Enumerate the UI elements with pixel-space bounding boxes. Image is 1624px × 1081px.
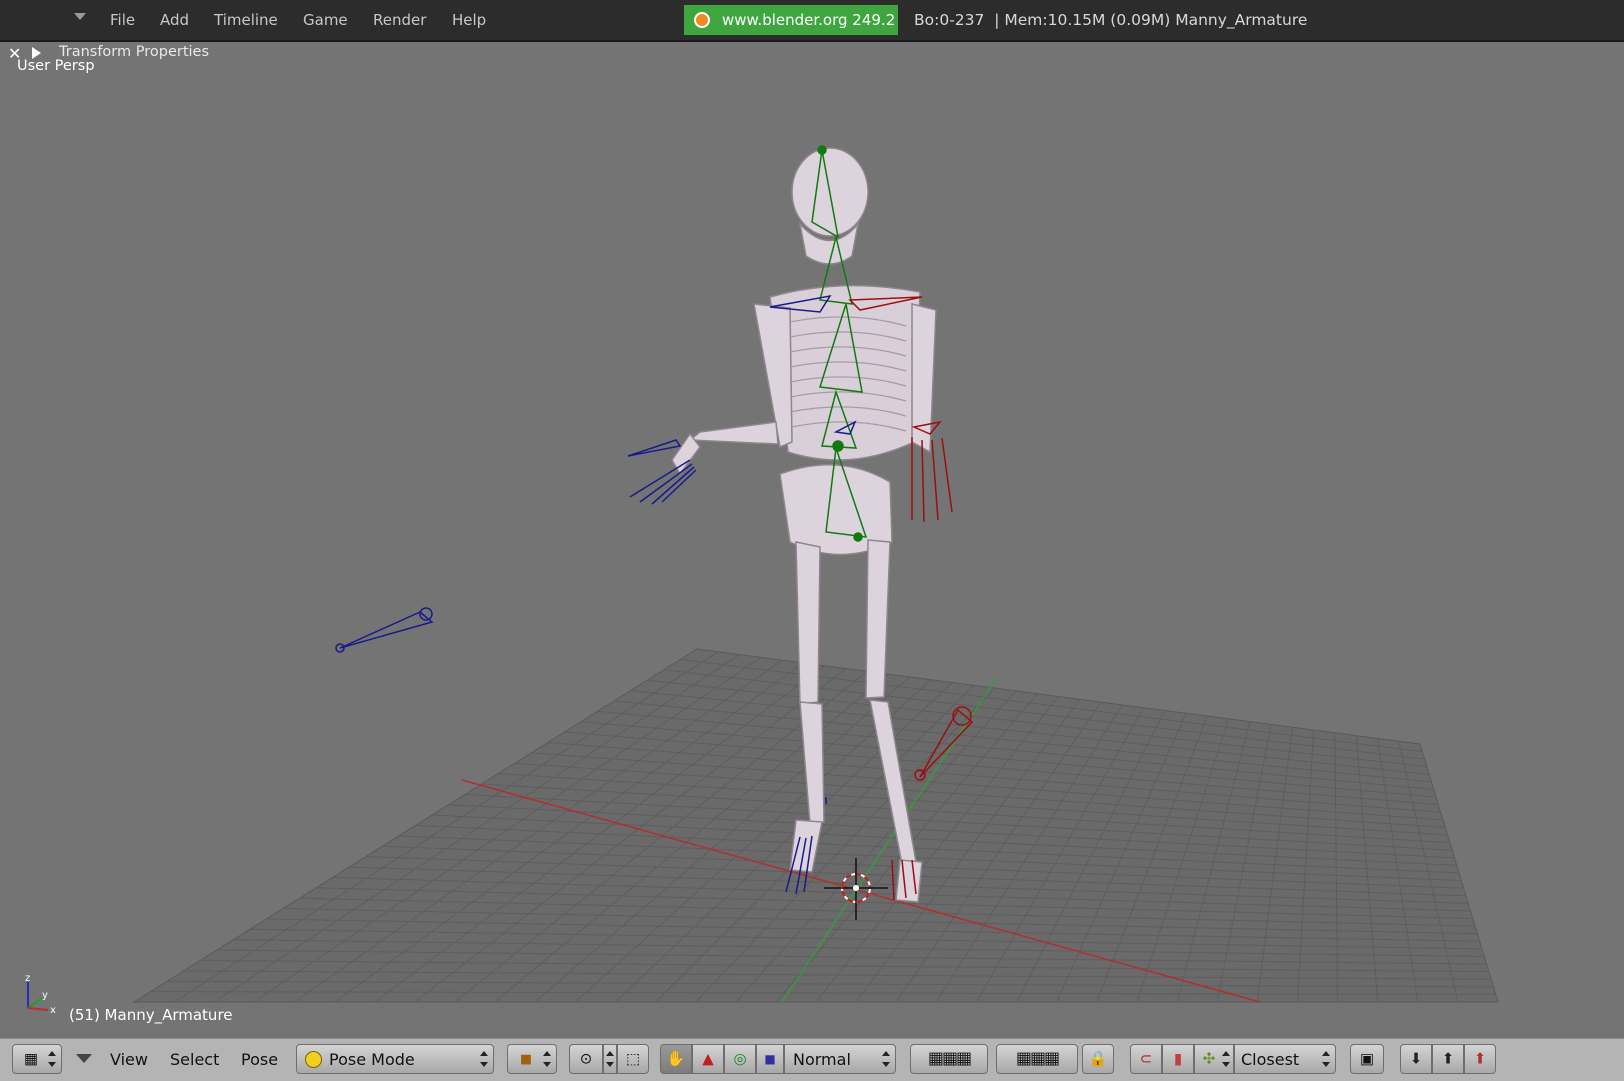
snap-target-label: Closest — [1241, 1050, 1300, 1069]
updown-arrows-icon — [480, 1051, 488, 1067]
layer-buttons-group-2[interactable]: ▦▦▦ — [996, 1044, 1078, 1074]
manipulator-toggle[interactable]: ✋ — [660, 1044, 692, 1074]
snap-icon: ▮ — [1173, 1049, 1183, 1068]
top-menu-bar: File Add Timeline Game Render Help www.b… — [0, 0, 1624, 42]
grid-editor-icon: ▦ — [23, 1049, 39, 1068]
pivot-selector[interactable]: ⊙ — [569, 1044, 603, 1074]
paste-flipped-pose-button[interactable]: ⬆ — [1464, 1044, 1496, 1074]
blender-logo-icon — [694, 12, 710, 28]
site-badge-label: www.blender.org 249.2 — [722, 11, 896, 29]
image-icon: ▣ — [1359, 1049, 1375, 1068]
snap-target-selector[interactable]: Closest — [1234, 1044, 1336, 1074]
active-object-label: (51) Manny_Armature — [69, 1006, 233, 1024]
menu-render[interactable]: Render — [373, 11, 426, 29]
axis-y-label: y — [42, 990, 48, 1001]
layer-buttons-group-1[interactable]: ▦▦▦ — [910, 1044, 988, 1074]
triangle-icon: ▲ — [702, 1049, 714, 1068]
mode-selector[interactable]: Pose Mode — [296, 1044, 494, 1074]
paste-pose-button[interactable]: ⬆ — [1432, 1044, 1464, 1074]
magnet-icon: ⊂ — [1139, 1049, 1153, 1068]
view-label: User Persp — [17, 58, 95, 74]
updown-arrows-icon — [48, 1051, 56, 1067]
editor-type-selector[interactable]: ▦ — [12, 1044, 62, 1074]
axis-gizmo-icon: z y x — [25, 973, 56, 1016]
menu-add[interactable]: Add — [160, 11, 189, 29]
axis-x-label: x — [50, 1005, 56, 1016]
menu-view[interactable]: View — [110, 1050, 148, 1069]
orientation-selector[interactable]: Normal — [784, 1044, 896, 1074]
3d-view-header: ▦ View Select Pose Pose Mode ◼ ⊙ ⬚ ✋ ▲ ◎… — [0, 1038, 1624, 1081]
axis-z-label: z — [25, 973, 30, 984]
rotate-manipulator[interactable]: ◎ — [724, 1044, 756, 1074]
orientation-label: Normal — [793, 1050, 851, 1069]
menu-select[interactable]: Select — [170, 1050, 219, 1069]
cube-draw-icon: ◼ — [519, 1049, 533, 1068]
layers-toggle[interactable]: ⬚ — [617, 1044, 649, 1074]
header-collapse-icon[interactable] — [76, 1054, 92, 1063]
square-icon: ■ — [764, 1052, 776, 1066]
dotted-box-icon: ⬚ — [625, 1049, 641, 1068]
updown-arrows-icon — [543, 1051, 551, 1067]
3d-viewport[interactable]: ✕ Transform Properties User Persp z y x … — [0, 42, 1624, 1038]
translate-manipulator[interactable]: ▲ — [692, 1044, 724, 1074]
proportional-edit-toggle[interactable]: ⊂ — [1130, 1044, 1162, 1074]
scene-canvas[interactable] — [0, 42, 1624, 1038]
menu-pose[interactable]: Pose — [241, 1050, 278, 1069]
pivot-icon: ⊙ — [579, 1049, 593, 1068]
layer-grid-icon: ▦▦▦ — [1015, 1048, 1060, 1069]
copy-pose-button[interactable]: ⬇ — [1400, 1044, 1432, 1074]
flip-arrow-icon: ⬆ — [1473, 1049, 1487, 1068]
snap-element-selector[interactable]: ✣ — [1194, 1044, 1234, 1074]
snap-toggle[interactable]: ▮ — [1162, 1044, 1194, 1074]
updown-arrows-icon — [606, 1051, 614, 1067]
updown-arrows-icon — [1222, 1051, 1230, 1067]
scale-manipulator[interactable]: ■ — [756, 1044, 784, 1074]
blender-site-badge[interactable]: www.blender.org 249.2 — [684, 5, 898, 35]
hand-icon: ✋ — [666, 1049, 686, 1068]
mode-selector-label: Pose Mode — [329, 1050, 415, 1069]
layer-grid-icon: ▦▦▦ — [927, 1048, 972, 1069]
updown-arrows-icon — [1322, 1051, 1330, 1067]
menu-collapse-arrow-icon[interactable] — [74, 13, 86, 20]
pivot-updown[interactable] — [603, 1044, 617, 1074]
draw-type-selector[interactable]: ◼ — [507, 1044, 557, 1074]
updown-arrows-icon — [882, 1051, 890, 1067]
menu-timeline[interactable]: Timeline — [214, 11, 278, 29]
scene-stats: Bo:0-237 | Mem:10.15M (0.09M) Manny_Arma… — [914, 11, 1308, 29]
menu-help[interactable]: Help — [452, 11, 486, 29]
snap-element-icon: ✣ — [1202, 1049, 1216, 1068]
render-preview-button[interactable]: ▣ — [1350, 1044, 1384, 1074]
arrow-up-icon: ⬆ — [1441, 1049, 1455, 1068]
lock-layer-button[interactable]: 🔒 — [1082, 1044, 1114, 1074]
menu-game[interactable]: Game — [303, 11, 348, 29]
arrow-down-icon: ⬇ — [1409, 1049, 1423, 1068]
pose-mode-icon — [305, 1051, 322, 1068]
menu-file[interactable]: File — [110, 11, 135, 29]
lock-icon: 🔒 — [1088, 1049, 1108, 1068]
ring-icon: ◎ — [733, 1049, 747, 1068]
